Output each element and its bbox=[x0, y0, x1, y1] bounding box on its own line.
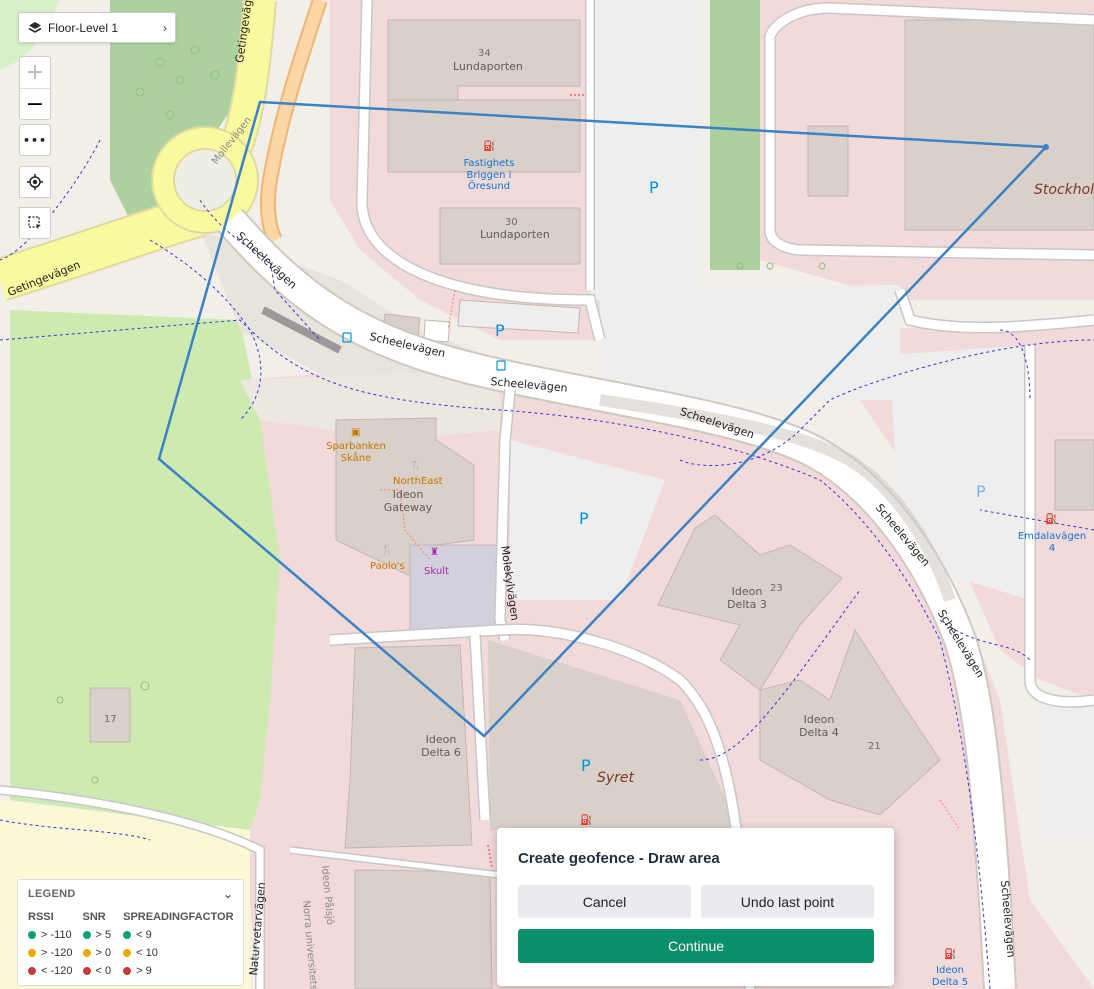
poi-label-briggen: Fastighets Briggen i Öresund bbox=[463, 158, 515, 192]
status-dot bbox=[123, 949, 132, 957]
area-select-icon bbox=[28, 216, 41, 229]
legend-column-spreadingfactor: SPREADINGFACTOR < 9 < 10 > 9 bbox=[123, 911, 234, 983]
zoom-out-button[interactable]: − bbox=[20, 88, 50, 120]
building-name-label: Lundaporten bbox=[453, 60, 523, 73]
legend-label: < 10 bbox=[136, 947, 158, 959]
building-number-label: 23 bbox=[770, 583, 783, 594]
parking-label: P bbox=[581, 756, 591, 775]
restaurant-icon: 🍴 bbox=[381, 545, 394, 556]
parking-label: P bbox=[649, 178, 659, 197]
status-dot bbox=[82, 931, 91, 939]
geofence-vertex[interactable] bbox=[1043, 144, 1049, 150]
chevron-down-icon[interactable]: ⌄ bbox=[223, 888, 233, 901]
theatre-icon: ♜ bbox=[430, 547, 439, 558]
place-label: Stockholm bbox=[1034, 182, 1094, 198]
legend-label: > 5 bbox=[95, 929, 112, 941]
legend-label: < -120 bbox=[41, 965, 73, 977]
poi-label-emdala: Emdalavägen 4 bbox=[1017, 531, 1087, 554]
zoom-in-button[interactable]: + bbox=[20, 57, 50, 88]
legend-column-title: RSSI bbox=[28, 911, 54, 923]
poi-label-northeast: NorthEast bbox=[393, 476, 443, 487]
undo-last-point-button[interactable]: Undo last point bbox=[701, 885, 874, 918]
legend-column-rssi: RSSI > -110 > -120 < -120 bbox=[28, 911, 73, 983]
poi-label-skult: Skult bbox=[424, 566, 449, 577]
legend-label: > 9 bbox=[136, 965, 152, 977]
building-name-label: Lundaporten bbox=[480, 228, 550, 241]
building-name-label: Ideon Delta 3 bbox=[727, 585, 767, 611]
status-dot bbox=[82, 949, 91, 957]
status-dot bbox=[28, 949, 36, 957]
legend-label: > 0 bbox=[95, 947, 112, 959]
continue-button[interactable]: Continue bbox=[518, 929, 874, 963]
status-dot bbox=[28, 931, 36, 939]
floor-selector-label: Floor-Level 1 bbox=[48, 20, 119, 35]
crosshair-icon bbox=[27, 174, 43, 190]
status-dot bbox=[123, 931, 132, 939]
building-number-label: 21 bbox=[868, 741, 881, 752]
legend-panel: LEGEND ⌄ RSSI > -110 > -120 < -120 SNR >… bbox=[17, 879, 244, 986]
legend-label: < 0 bbox=[95, 965, 112, 977]
geofence-dialog: Create geofence - Draw area Cancel Undo … bbox=[497, 828, 894, 986]
parking-label: P bbox=[495, 321, 505, 340]
poi-label-sparbanken: Sparbanken Skåne bbox=[326, 441, 386, 464]
more-options-button[interactable]: ••• bbox=[19, 124, 51, 156]
building-name-label: Ideon Delta 4 bbox=[799, 713, 839, 739]
layers-icon bbox=[28, 21, 42, 33]
status-dot bbox=[28, 967, 36, 975]
restaurant-icon: 🍴 bbox=[410, 460, 423, 471]
legend-column-title: SPREADINGFACTOR bbox=[123, 911, 234, 923]
area-select-button[interactable] bbox=[19, 207, 51, 239]
cancel-button[interactable]: Cancel bbox=[518, 885, 691, 918]
legend-column-snr: SNR > 5 > 0 < 0 bbox=[82, 911, 112, 983]
poi-label-delta5: Ideon Delta 5 bbox=[931, 965, 969, 988]
zoom-controls: + − bbox=[19, 56, 51, 120]
ev-charging-icon: ⛽ bbox=[580, 815, 593, 826]
poi-label-paolos: Paolo's bbox=[370, 561, 405, 572]
legend-label: > -110 bbox=[41, 929, 72, 941]
parking-label: P bbox=[976, 482, 986, 501]
building-name-label: Ideon Gateway bbox=[383, 488, 433, 514]
bank-icon: ▣ bbox=[351, 427, 361, 438]
chevron-right-icon: › bbox=[163, 20, 167, 35]
locate-button[interactable] bbox=[19, 166, 51, 198]
building-number-label: 30 bbox=[505, 217, 518, 228]
building-number-label: 34 bbox=[478, 48, 491, 59]
building-name-label: Ideon Delta 6 bbox=[421, 733, 461, 759]
ev-charging-icon: ⛽ bbox=[483, 141, 496, 152]
place-label: Syret bbox=[597, 770, 635, 786]
building-number-label: 17 bbox=[104, 714, 117, 725]
floor-selector[interactable]: Floor-Level 1 › bbox=[18, 12, 176, 43]
legend-title: LEGEND bbox=[28, 888, 76, 900]
status-dot bbox=[82, 967, 91, 975]
legend-column-title: SNR bbox=[82, 911, 106, 923]
legend-label: < 9 bbox=[136, 929, 152, 941]
legend-label: > -120 bbox=[41, 947, 73, 959]
parking-label: P bbox=[579, 509, 589, 528]
ev-charging-icon: ⛽ bbox=[944, 949, 957, 960]
status-dot bbox=[123, 967, 132, 975]
ev-charging-icon: ⛽ bbox=[1045, 514, 1058, 525]
dialog-title: Create geofence - Draw area bbox=[518, 850, 720, 867]
